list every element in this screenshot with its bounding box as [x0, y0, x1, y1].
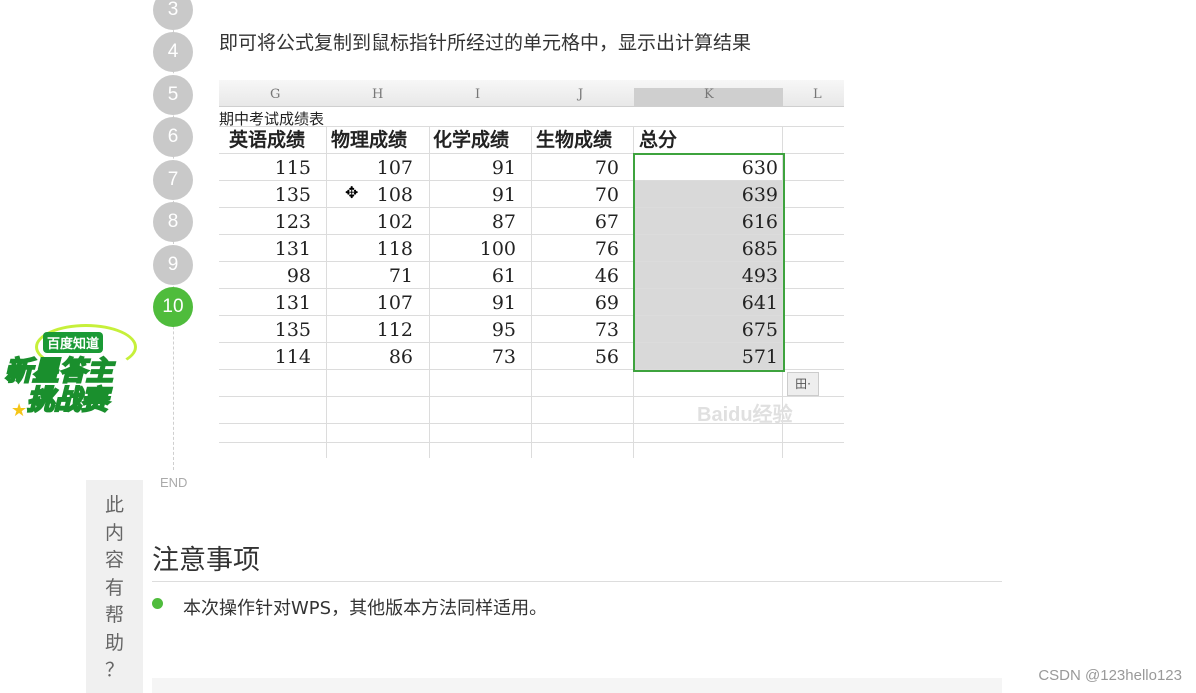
- spreadsheet-screenshot: G H I J K L 期中考试成绩表 英语成绩 物理成绩 化学成绩 生物成绩 …: [219, 80, 844, 458]
- table-cell: 87: [491, 211, 516, 233]
- col-header-g: G: [270, 87, 281, 102]
- step-3-marker[interactable]: 3: [153, 0, 193, 30]
- baidu-watermark: Baidu经验: [697, 404, 793, 426]
- table-cell: 76: [594, 238, 619, 260]
- step-6-marker[interactable]: 6: [153, 117, 193, 157]
- bottom-panel: [152, 678, 1002, 693]
- col-header-l: L: [813, 87, 822, 102]
- step-5-marker[interactable]: 5: [153, 75, 193, 115]
- table-cell: 135: [274, 319, 311, 341]
- feedback-char: 容: [104, 549, 124, 571]
- feedback-char: 内: [104, 521, 124, 544]
- badge-line3: 挑战赛: [26, 384, 109, 417]
- table-cell: 112: [376, 319, 413, 341]
- table-cell: 131: [274, 238, 311, 260]
- table-cell: 73: [491, 346, 516, 368]
- table-cell: 95: [491, 319, 516, 341]
- header-chemistry: 化学成绩: [433, 129, 510, 151]
- col-header-i: I: [475, 87, 481, 102]
- step-8-marker[interactable]: 8: [153, 202, 193, 242]
- table-cell: 91: [491, 292, 516, 314]
- note-item: 本次操作针对WPS，其他版本方法同样适用。: [183, 598, 548, 619]
- table-cell: 115: [274, 157, 311, 179]
- divider: [152, 581, 1002, 582]
- table-cell: 86: [388, 346, 413, 368]
- table-cell: 118: [376, 238, 413, 260]
- table-cell: 91: [491, 157, 516, 179]
- csdn-credit: CSDN @123hello123: [1038, 667, 1182, 684]
- step-4-marker[interactable]: 4: [153, 32, 193, 72]
- table-cell: 71: [388, 265, 413, 287]
- table-cell: 91: [491, 184, 516, 206]
- cursor-cross-icon: ✥: [345, 183, 359, 202]
- feedback-char: 有: [104, 576, 124, 599]
- grid-line: [219, 126, 844, 127]
- step-9-marker[interactable]: 9: [153, 245, 193, 285]
- table-cell: 114: [274, 346, 311, 368]
- table-cell: 107: [376, 157, 413, 179]
- table-cell: 100: [479, 238, 516, 260]
- grid-line: [219, 396, 844, 397]
- autofill-options-icon: 田·: [787, 372, 819, 396]
- helpful-feedback-button[interactable]: 此 内 容 有 帮 助 ？: [86, 480, 143, 693]
- step-10-marker[interactable]: 10: [153, 287, 193, 327]
- table-cell: 73: [594, 319, 619, 341]
- table-cell: 123: [274, 211, 311, 233]
- header-physics: 物理成绩: [331, 129, 408, 151]
- feedback-char: 助: [104, 631, 124, 654]
- column-header-bar: G H I J K L: [219, 80, 844, 107]
- col-header-h: H: [372, 87, 384, 102]
- star-icon: ★: [11, 400, 28, 421]
- end-label: END: [160, 475, 188, 490]
- col-header-j: J: [578, 87, 584, 102]
- feedback-char: 此: [104, 494, 124, 516]
- selection-border: [633, 153, 785, 372]
- grid-line: [219, 442, 844, 443]
- table-cell: 61: [491, 265, 516, 287]
- feedback-char: 帮: [104, 604, 124, 626]
- table-cell: 67: [594, 211, 619, 233]
- header-total: 总分: [639, 129, 678, 151]
- table-cell: 56: [594, 346, 619, 368]
- bullet-icon: [152, 598, 163, 609]
- table-cell: 135: [274, 184, 311, 206]
- table-cell: 46: [594, 265, 619, 287]
- table-cell: 107: [376, 292, 413, 314]
- table-cell: 131: [274, 292, 311, 314]
- table-cell: 70: [594, 157, 619, 179]
- header-biology: 生物成绩: [536, 129, 613, 151]
- step-7-marker[interactable]: 7: [153, 160, 193, 200]
- table-cell: 70: [594, 184, 619, 206]
- table-cell: 108: [376, 184, 413, 206]
- header-english: 英语成绩: [229, 129, 306, 151]
- notes-heading: 注意事项: [152, 545, 260, 576]
- col-header-k: K: [704, 87, 714, 102]
- feedback-char: ？: [104, 659, 124, 681]
- table-cell: 69: [594, 292, 619, 314]
- table-cell: 98: [286, 265, 311, 287]
- step-description: 即可将公式复制到鼠标指针所经过的单元格中，显示出计算结果: [219, 32, 752, 54]
- challenge-badge-logo[interactable]: 百度知道 新星答主 挑战赛 ★: [4, 322, 137, 422]
- table-cell: 102: [376, 211, 413, 233]
